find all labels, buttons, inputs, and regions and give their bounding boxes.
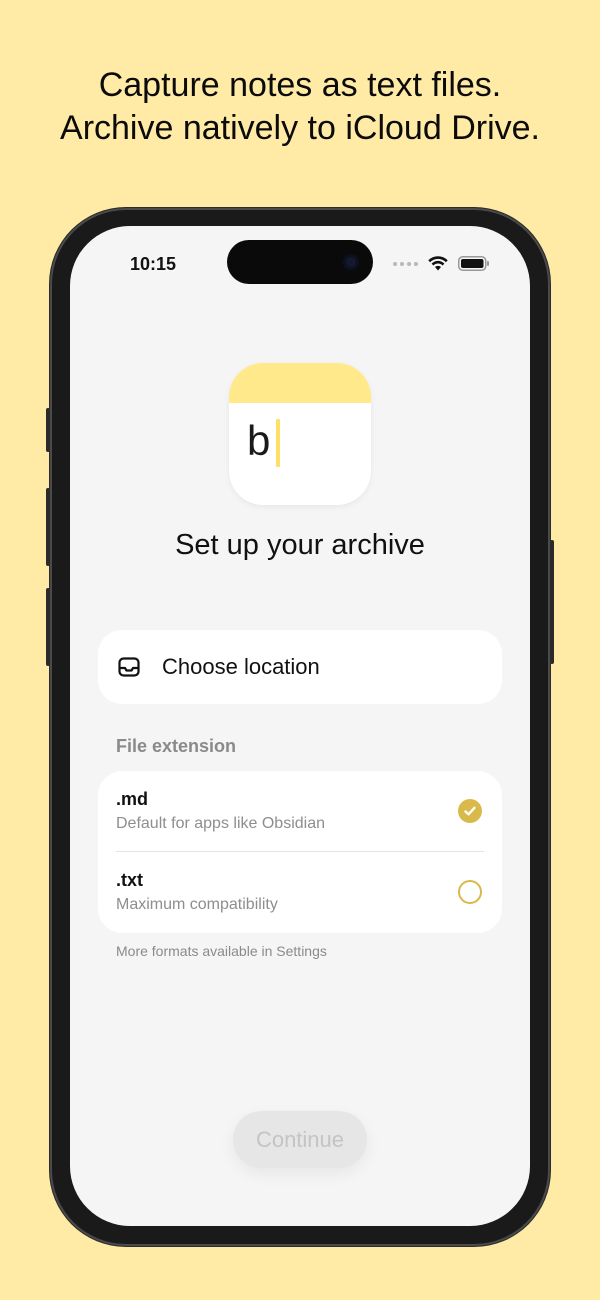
headline-line-1: Capture notes as text files. xyxy=(98,66,502,104)
formats-footnote: More formats available in Settings xyxy=(116,943,327,959)
app-icon-letter: b xyxy=(247,417,271,464)
volume-up-button xyxy=(46,488,50,566)
radio-checked-icon[interactable] xyxy=(458,799,482,823)
inbox-tray-icon xyxy=(118,657,140,677)
front-camera xyxy=(343,254,359,270)
app-icon-band xyxy=(229,363,371,403)
page-title: Set up your archive xyxy=(175,529,425,561)
headline-line-2: Archive natively to iCloud Drive. xyxy=(60,109,540,147)
choose-location-button[interactable]: Choose location xyxy=(98,630,502,704)
app-icon-cursor xyxy=(276,419,280,467)
file-extension-list: .md Default for apps like Obsidian .txt … xyxy=(98,771,502,933)
extension-name: .md xyxy=(116,789,149,809)
extension-name: .txt xyxy=(116,870,143,890)
action-button xyxy=(46,408,50,452)
status-time: 10:15 xyxy=(130,254,177,274)
cellular-dots-icon xyxy=(393,261,418,266)
status-icons xyxy=(393,256,490,271)
continue-button[interactable]: Continue xyxy=(233,1111,367,1168)
extension-option-md[interactable]: .md Default for apps like Obsidian xyxy=(98,771,502,852)
wifi-icon xyxy=(428,256,448,271)
power-button xyxy=(550,540,554,664)
extension-description: Maximum compatibility xyxy=(116,896,278,913)
extension-option-txt[interactable]: .txt Maximum compatibility xyxy=(98,852,502,933)
file-extension-header: File extension xyxy=(116,736,237,756)
checkmark-icon xyxy=(464,806,476,816)
choose-location-label: Choose location xyxy=(162,654,320,679)
radio-unchecked-icon[interactable] xyxy=(458,880,482,904)
app-icon: b xyxy=(229,363,371,505)
dynamic-island xyxy=(227,240,373,284)
marketing-headline: Capture notes as text files. Archive nat… xyxy=(0,64,600,150)
volume-down-button xyxy=(46,588,50,666)
battery-icon xyxy=(458,256,489,271)
extension-description: Default for apps like Obsidian xyxy=(116,815,325,832)
phone-screen: 10:15 b Set up your archive Choose locat… xyxy=(70,226,530,1226)
